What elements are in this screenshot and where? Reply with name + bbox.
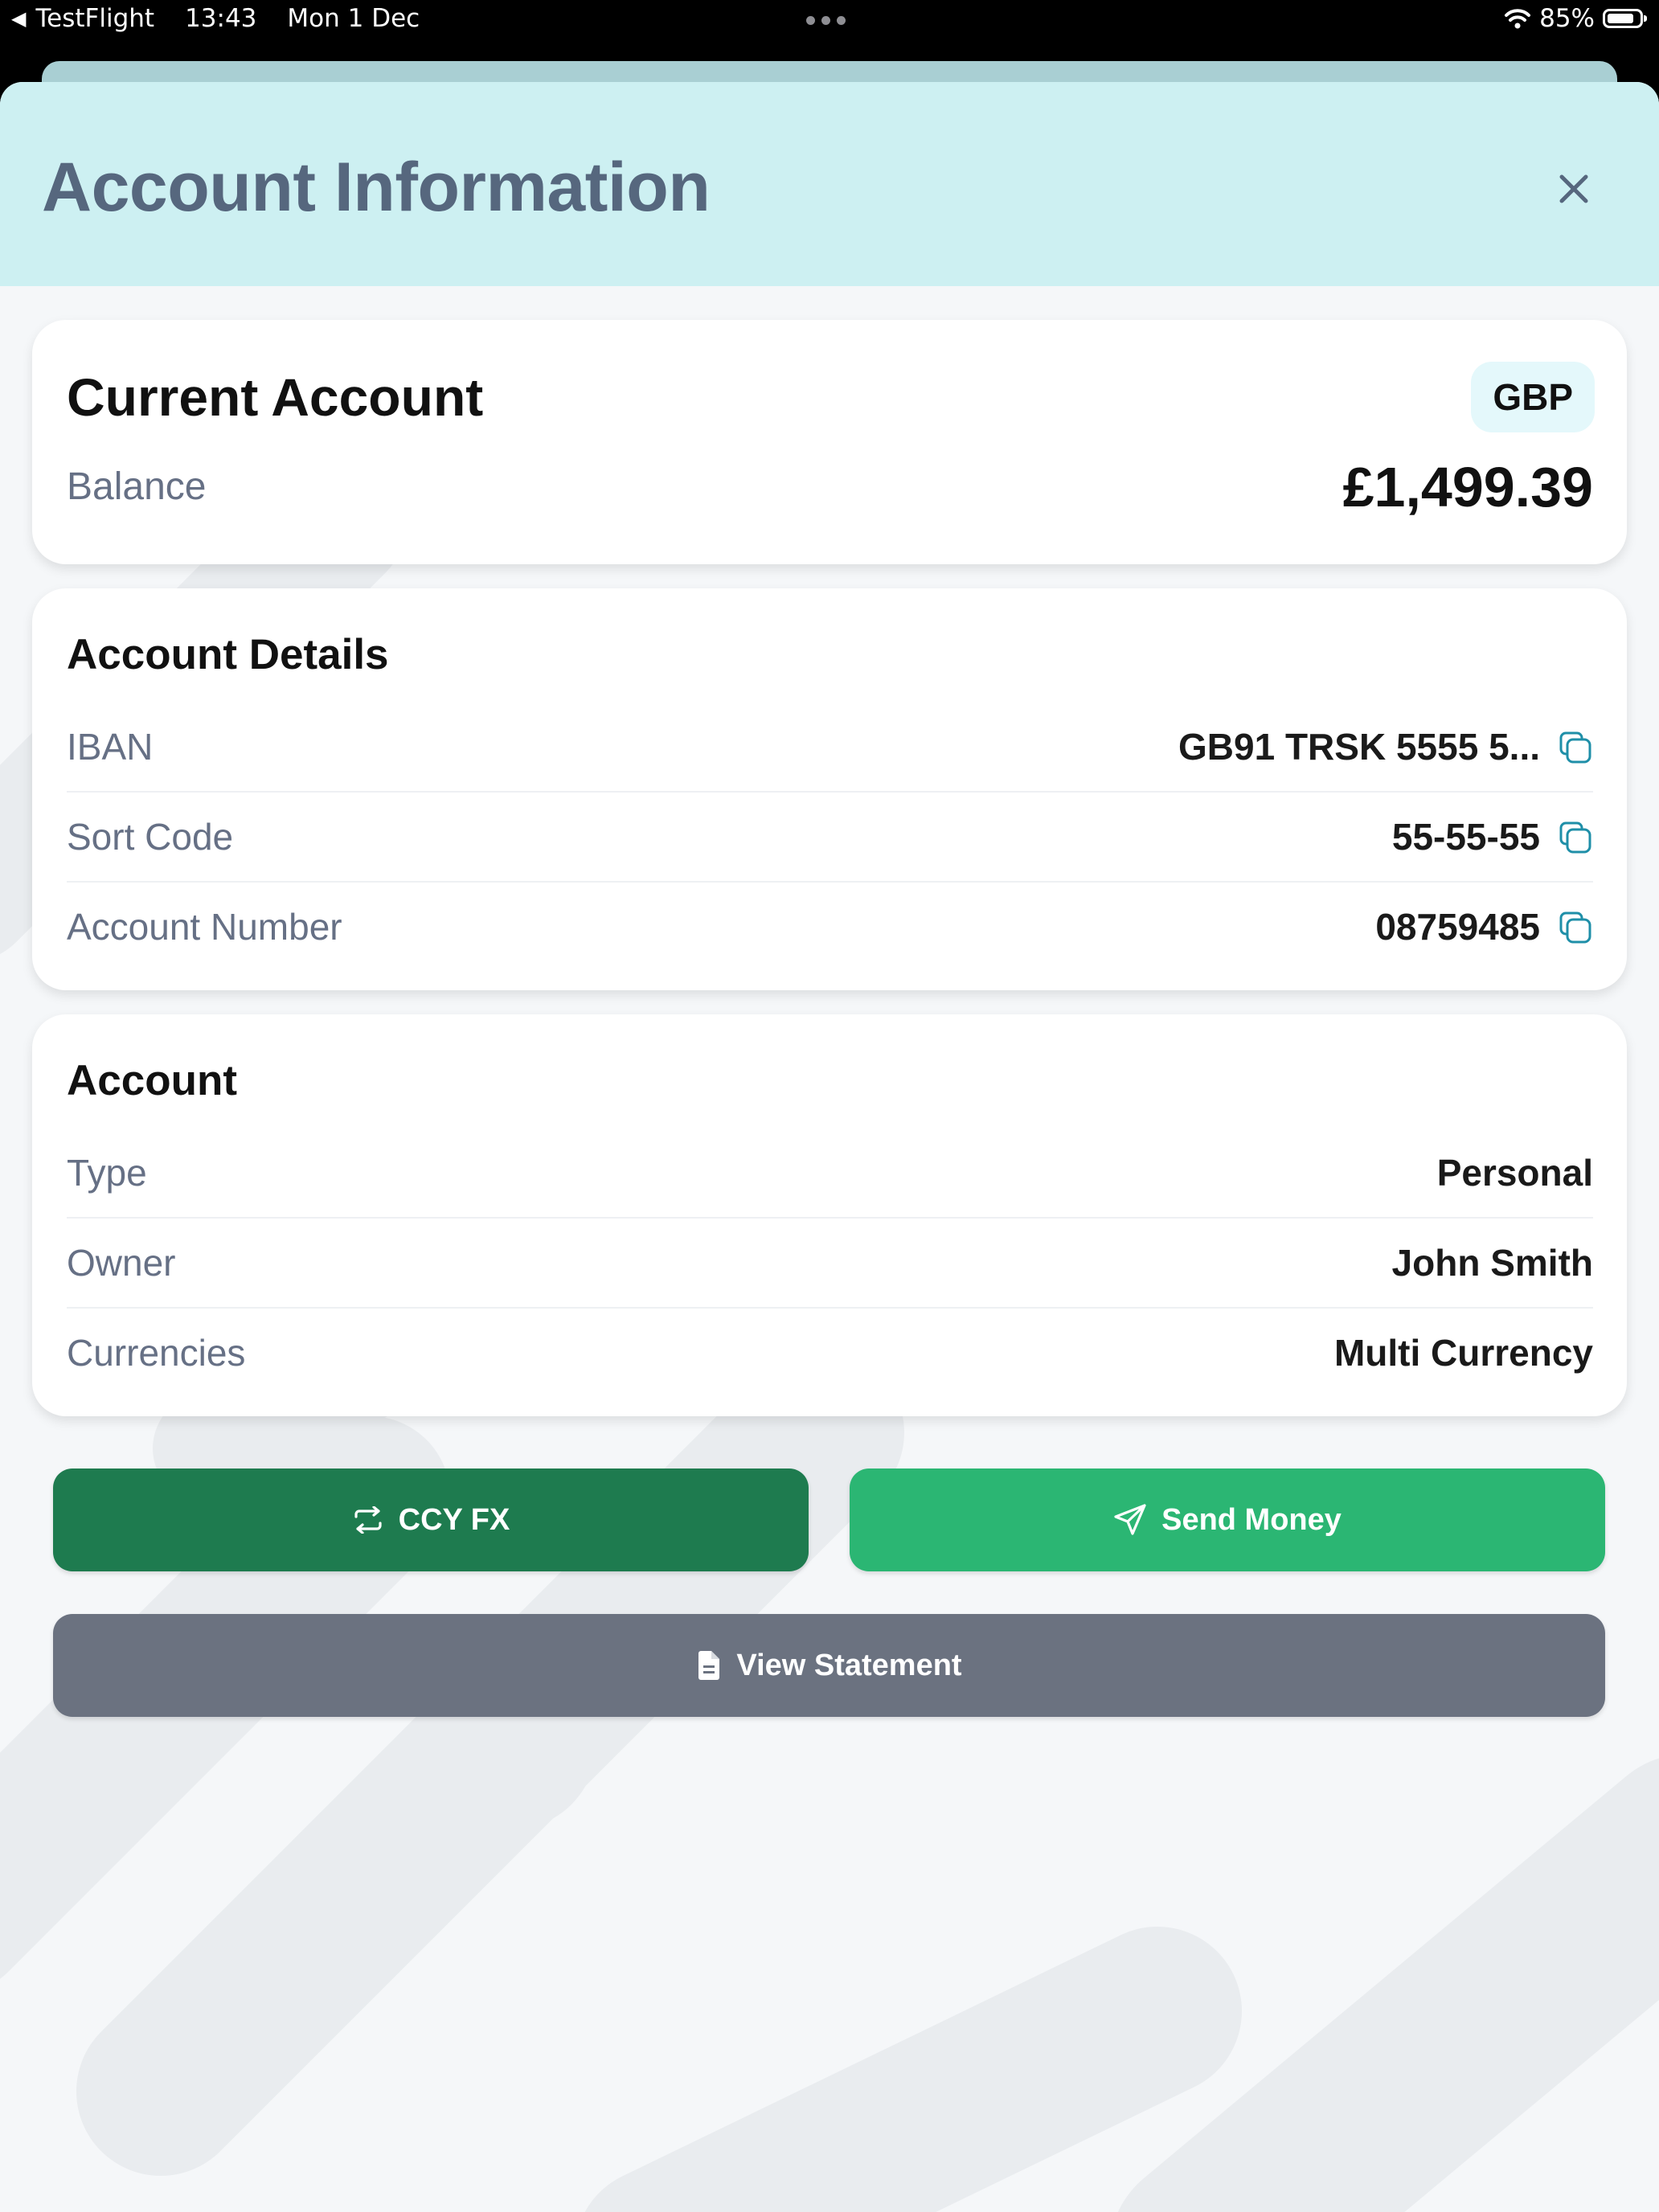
ccy-fx-label: CCY FX: [398, 1502, 510, 1537]
view-statement-label: View Statement: [736, 1648, 962, 1682]
view-statement-button[interactable]: View Statement: [53, 1614, 1605, 1717]
sort-code-value: 55-55-55: [1391, 816, 1540, 858]
account-row-owner: Owner John Smith: [67, 1219, 1593, 1309]
account-number-label: Account Number: [67, 906, 342, 948]
detail-row-iban: IBAN GB91 TRSK 5555 5...: [67, 703, 1593, 793]
account-card: Account Type Personal Owner John Smith C…: [32, 1014, 1627, 1416]
account-row-currencies: Currencies Multi Currency: [67, 1309, 1593, 1397]
iban-label: IBAN: [67, 726, 154, 768]
copy-icon[interactable]: [1558, 730, 1593, 765]
exchange-icon: [354, 1506, 382, 1534]
status-date: Mon 1 Dec: [287, 4, 420, 33]
balance-card: Current Account GBP Balance £1,499.39: [32, 320, 1627, 564]
balance-value: £1,499.39: [1342, 456, 1593, 518]
status-time: 13:43: [185, 4, 257, 33]
multitasking-dots-icon[interactable]: [806, 3, 846, 25]
account-name: Current Account: [67, 367, 484, 427]
battery-icon: [1603, 9, 1647, 28]
type-label: Type: [67, 1152, 147, 1194]
account-row-type: Type Personal: [67, 1129, 1593, 1219]
send-money-button[interactable]: Send Money: [850, 1469, 1605, 1571]
send-money-label: Send Money: [1161, 1502, 1342, 1537]
back-arrow-icon[interactable]: ◀: [11, 7, 26, 30]
iban-value: GB91 TRSK 5555 5...: [1178, 726, 1540, 768]
back-app-label[interactable]: TestFlight: [35, 4, 154, 33]
currencies-value: Multi Currency: [1333, 1332, 1593, 1374]
ccy-fx-button[interactable]: CCY FX: [53, 1469, 809, 1571]
detail-row-account-number: Account Number 08759485: [67, 883, 1593, 971]
copy-icon[interactable]: [1558, 910, 1593, 945]
owner-value: John Smith: [1391, 1242, 1593, 1284]
currency-badge: GBP: [1471, 362, 1595, 432]
account-details-card: Account Details IBAN GB91 TRSK 5555 5...…: [32, 588, 1627, 990]
document-icon: [698, 1651, 720, 1680]
page-title: Account Information: [42, 149, 711, 226]
account-section-title: Account: [67, 1057, 237, 1104]
owner-label: Owner: [67, 1242, 176, 1284]
sheet-header: Account Information: [0, 82, 1659, 286]
battery-percent: 85%: [1539, 4, 1595, 33]
wifi-icon: [1505, 9, 1531, 29]
currencies-label: Currencies: [67, 1332, 246, 1374]
balance-label: Balance: [67, 465, 207, 508]
detail-row-sort-code: Sort Code 55-55-55: [67, 793, 1593, 883]
status-bar: ◀ TestFlight 13:43 Mon 1 Dec 85%: [0, 0, 1659, 61]
copy-icon[interactable]: [1558, 820, 1593, 855]
close-icon[interactable]: [1551, 166, 1596, 211]
account-details-title: Account Details: [67, 631, 389, 678]
sort-code-label: Sort Code: [67, 816, 234, 858]
paper-plane-icon: [1114, 1504, 1146, 1535]
account-number-value: 08759485: [1375, 906, 1540, 948]
type-value: Personal: [1436, 1152, 1593, 1194]
